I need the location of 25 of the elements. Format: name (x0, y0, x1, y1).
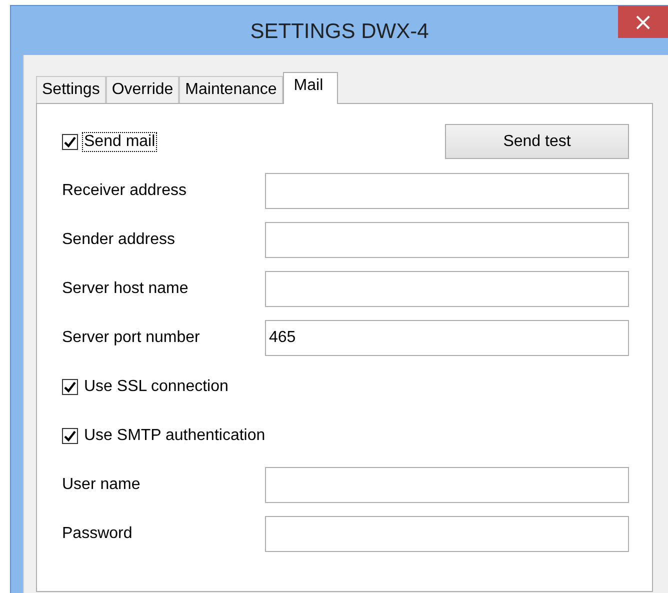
tab[interactable]: Override (106, 76, 180, 103)
input-field[interactable] (265, 222, 629, 258)
input-field[interactable] (265, 466, 629, 502)
field-label: Receiver address (62, 182, 188, 200)
field-label: Password (62, 524, 134, 542)
checkbox[interactable] (62, 378, 78, 394)
input-field[interactable] (265, 516, 629, 552)
checkbox-label[interactable]: Use SSL connection (82, 376, 230, 396)
field-label: Sender address (62, 230, 176, 248)
field-label: Server port number (62, 328, 201, 346)
checkbox-label[interactable]: Send mail (82, 132, 158, 152)
input-field[interactable] (265, 172, 629, 208)
close-button[interactable]: × (618, 6, 668, 38)
checkbox[interactable] (62, 134, 78, 150)
input-field[interactable]: 465 (265, 320, 629, 356)
tab[interactable]: Mail (282, 72, 338, 104)
tab[interactable]: Maintenance (179, 76, 283, 103)
field-label: Server host name (62, 280, 190, 298)
input-field[interactable] (265, 270, 629, 306)
window-title: SETTINGS DWX-4 (250, 18, 429, 44)
send-test-button[interactable]: Send test (445, 124, 629, 159)
tab[interactable]: Settings (36, 76, 106, 103)
checkbox-label[interactable]: Use SMTP authentication (82, 426, 268, 446)
checkbox[interactable] (62, 428, 78, 444)
field-label: User name (62, 476, 142, 494)
